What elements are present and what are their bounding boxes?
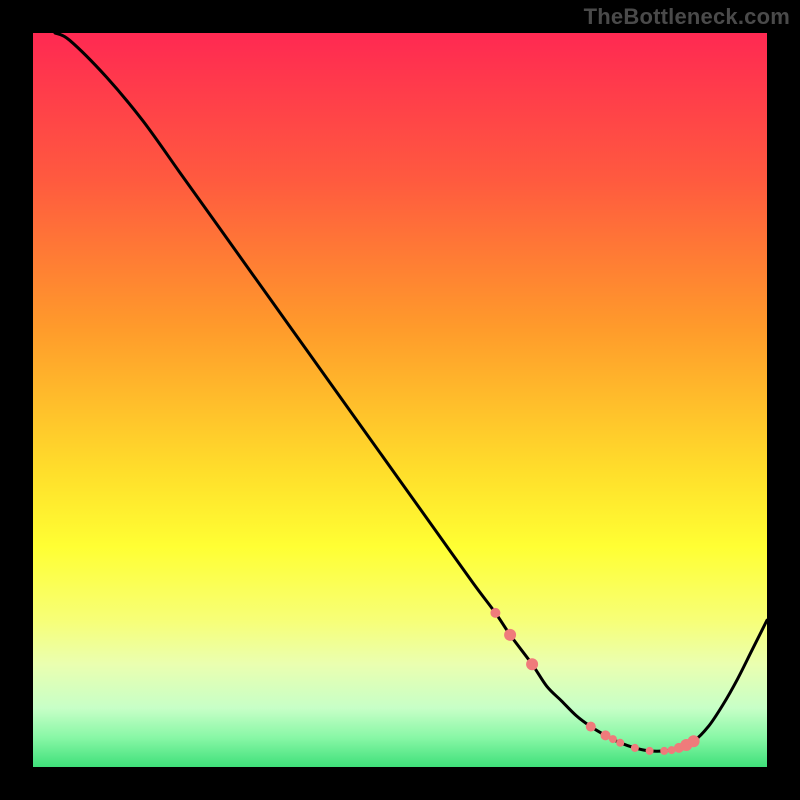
curve-layer	[33, 33, 767, 767]
plot-area	[33, 33, 767, 767]
optimum-marker	[490, 608, 500, 618]
optimum-marker	[586, 722, 596, 732]
optimum-marker	[660, 747, 668, 755]
optimum-marker	[688, 735, 700, 747]
optimum-marker	[609, 735, 617, 743]
optimum-marker	[631, 744, 639, 752]
bottleneck-curve	[55, 33, 767, 751]
optimum-marker	[616, 739, 624, 747]
optimum-marker	[646, 747, 654, 755]
optimum-marker	[504, 629, 516, 641]
chart-frame: TheBottleneck.com	[0, 0, 800, 800]
optimum-markers	[490, 608, 699, 755]
watermark-text: TheBottleneck.com	[584, 4, 790, 30]
optimum-marker	[526, 658, 538, 670]
